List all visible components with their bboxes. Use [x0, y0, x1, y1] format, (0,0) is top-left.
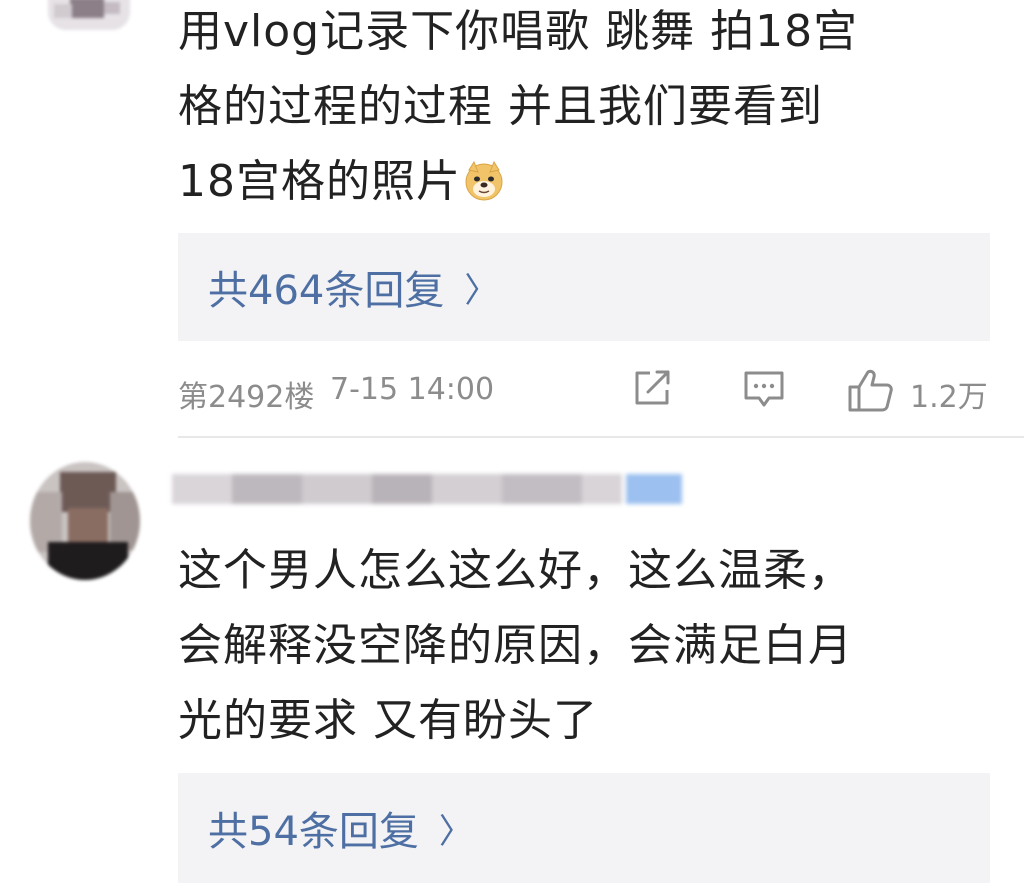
- divider: [178, 436, 1024, 438]
- thumbs-up-icon[interactable]: [846, 368, 896, 414]
- timestamp: 7-15 14:00: [330, 372, 495, 407]
- share-icon[interactable]: [632, 368, 674, 408]
- comment-icon[interactable]: [742, 368, 786, 410]
- comment-line: 用vlog记录下你唱歌 跳舞 拍18宫: [178, 6, 859, 57]
- comment-line: 18宫格的照片: [178, 144, 858, 219]
- chevron-right-icon: 〉: [438, 811, 473, 852]
- comment-line: 会解释没空降的原因，会满足白月: [178, 620, 853, 671]
- comment-text: 用vlog记录下你唱歌 跳舞 拍18宫 格的过程的过程 并且我们要看到 18宫格…: [178, 0, 858, 219]
- view-replies-button[interactable]: 共54条回复 〉: [178, 773, 990, 883]
- comment-text: 这个男人怎么这么好，这么温柔， 会解释没空降的原因，会满足白月 光的要求 又有盼…: [178, 533, 853, 758]
- comment-line: 这个男人怎么这么好，这么温柔，: [178, 545, 853, 596]
- like-count: 1.2万: [910, 380, 988, 415]
- avatar[interactable]: [48, 0, 130, 30]
- comment-line: 格的过程的过程 并且我们要看到: [178, 81, 823, 132]
- doge-emoji-icon: [465, 160, 503, 201]
- comment-line: 光的要求 又有盼头了: [178, 695, 598, 746]
- replies-count-label: 共464条回复: [208, 268, 445, 314]
- floor-number: 第2492楼: [178, 380, 315, 415]
- view-replies-button[interactable]: 共464条回复 〉: [178, 233, 990, 341]
- chevron-right-icon: 〉: [464, 270, 499, 311]
- avatar[interactable]: [30, 462, 140, 580]
- replies-count-label: 共54条回复: [208, 809, 419, 855]
- username[interactable]: [172, 466, 692, 510]
- comment-meta: 第2492楼 7-15 14:00 1.2万: [178, 362, 990, 418]
